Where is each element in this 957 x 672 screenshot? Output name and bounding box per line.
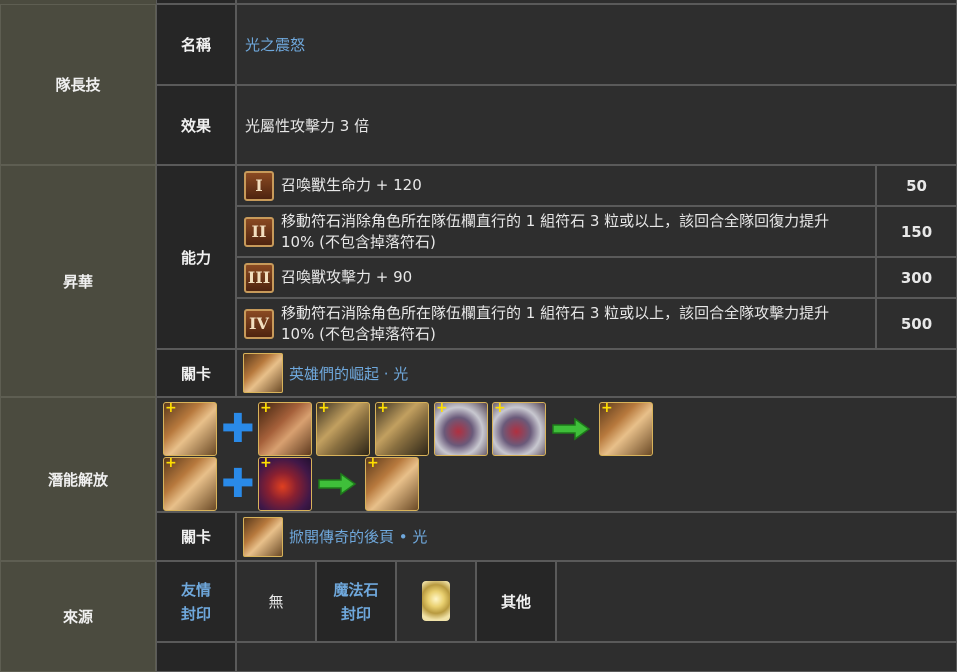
leader-skill-name-link[interactable]: 光之震怒 xyxy=(245,34,305,55)
armor-card-icon[interactable]: + xyxy=(375,400,429,456)
ascension-stage-label: 關卡 xyxy=(156,349,236,397)
leader-skill-effect: 光屬性攻擊力 3 倍 xyxy=(236,85,957,165)
evolution-area: + ✚ + + + + + + + ✚ + + xyxy=(156,397,957,512)
source-header: 來源 xyxy=(0,561,156,672)
ability-row-2: II 移動符石消除角色所在隊伍欄直行的 1 組符石 3 粒或以上，該回合全隊回復… xyxy=(236,206,876,257)
potential-header: 潛能解放 xyxy=(0,397,156,561)
ascension-header: 昇華 xyxy=(0,165,156,397)
roman-numeral-1-icon: I xyxy=(244,170,274,201)
source-extra-value xyxy=(236,642,957,672)
dragon-card-icon[interactable]: + xyxy=(258,455,312,511)
arrow-right-icon xyxy=(552,417,591,441)
ability-row-1: I 召喚獸生命力 + 120 xyxy=(236,165,876,206)
roman-numeral-2-icon: II xyxy=(244,216,274,247)
hero-card-icon[interactable]: + xyxy=(163,455,217,511)
potential-stage-label: 關卡 xyxy=(156,512,236,561)
source-extra-label xyxy=(156,642,236,672)
leader-skill-header: 隊長技 xyxy=(0,4,156,165)
ability-cost-1: 50 xyxy=(876,165,957,206)
orb-card-icon[interactable]: + xyxy=(434,400,488,456)
plus-icon: ✚ xyxy=(221,461,255,507)
ability-cost-2: 150 xyxy=(876,206,957,257)
magic-stone-seal-link[interactable]: 魔法石 封印 xyxy=(333,578,378,626)
ascension-stage-link[interactable]: 英雄們的崛起 · 光 xyxy=(289,363,408,384)
plus-icon: ✚ xyxy=(221,406,255,452)
hero-card-icon[interactable]: + xyxy=(163,400,217,456)
other-label: 其他 xyxy=(476,561,556,642)
other-value xyxy=(556,561,957,642)
ability-text-3: 召喚獸攻擊力 + 90 xyxy=(281,268,413,286)
evolved-hero-card-icon[interactable]: + xyxy=(599,400,653,456)
ascension-stage[interactable]: 英雄們的崛起 · 光 xyxy=(236,349,957,397)
ability-text-1: 召喚獸生命力 + 120 xyxy=(281,176,422,194)
leader-skill-name[interactable]: 光之震怒 xyxy=(236,4,957,85)
hero-avatar-icon[interactable] xyxy=(243,517,283,557)
armor-card-icon[interactable]: + xyxy=(316,400,370,456)
evolved-hero-card-icon[interactable]: + xyxy=(365,455,419,511)
ability-row-3: III 召喚獸攻擊力 + 90 xyxy=(236,257,876,298)
ability-label: 能力 xyxy=(156,165,236,349)
orb-card-icon[interactable]: + xyxy=(492,400,546,456)
magic-stone-cell xyxy=(396,561,476,642)
magic-stone-icon[interactable] xyxy=(422,581,450,621)
ability-cost-3: 300 xyxy=(876,257,957,298)
name-label: 名稱 xyxy=(156,4,236,85)
hero-avatar-icon[interactable] xyxy=(243,353,283,393)
friend-seal-value: 無 xyxy=(236,561,316,642)
potential-stage-link[interactable]: 掀開傳奇的後頁 • 光 xyxy=(289,526,427,547)
roman-numeral-3-icon: III xyxy=(244,262,274,293)
ability-text-2: 移動符石消除角色所在隊伍欄直行的 1 組符石 3 粒或以上，該回合全隊回復力提升… xyxy=(281,211,830,251)
roman-numeral-4-icon: IV xyxy=(244,308,274,339)
effect-label: 效果 xyxy=(156,85,236,165)
material-card-icon[interactable]: + xyxy=(258,400,312,456)
friend-seal-link[interactable]: 友情 封印 xyxy=(181,578,211,626)
ability-text-4: 移動符石消除角色所在隊伍欄直行的 1 組符石 3 粒或以上，該回合全隊攻擊力提升… xyxy=(281,303,830,343)
potential-stage[interactable]: 掀開傳奇的後頁 • 光 xyxy=(236,512,957,561)
magic-stone-seal-label[interactable]: 魔法石 封印 xyxy=(316,561,396,642)
ability-cost-4: 500 xyxy=(876,298,957,349)
leader-skill-effect-text: 光屬性攻擊力 3 倍 xyxy=(245,116,370,135)
friend-seal-label[interactable]: 友情 封印 xyxy=(156,561,236,642)
arrow-right-icon xyxy=(318,472,357,496)
ability-row-4: IV 移動符石消除角色所在隊伍欄直行的 1 組符石 3 粒或以上，該回合全隊攻擊… xyxy=(236,298,876,349)
